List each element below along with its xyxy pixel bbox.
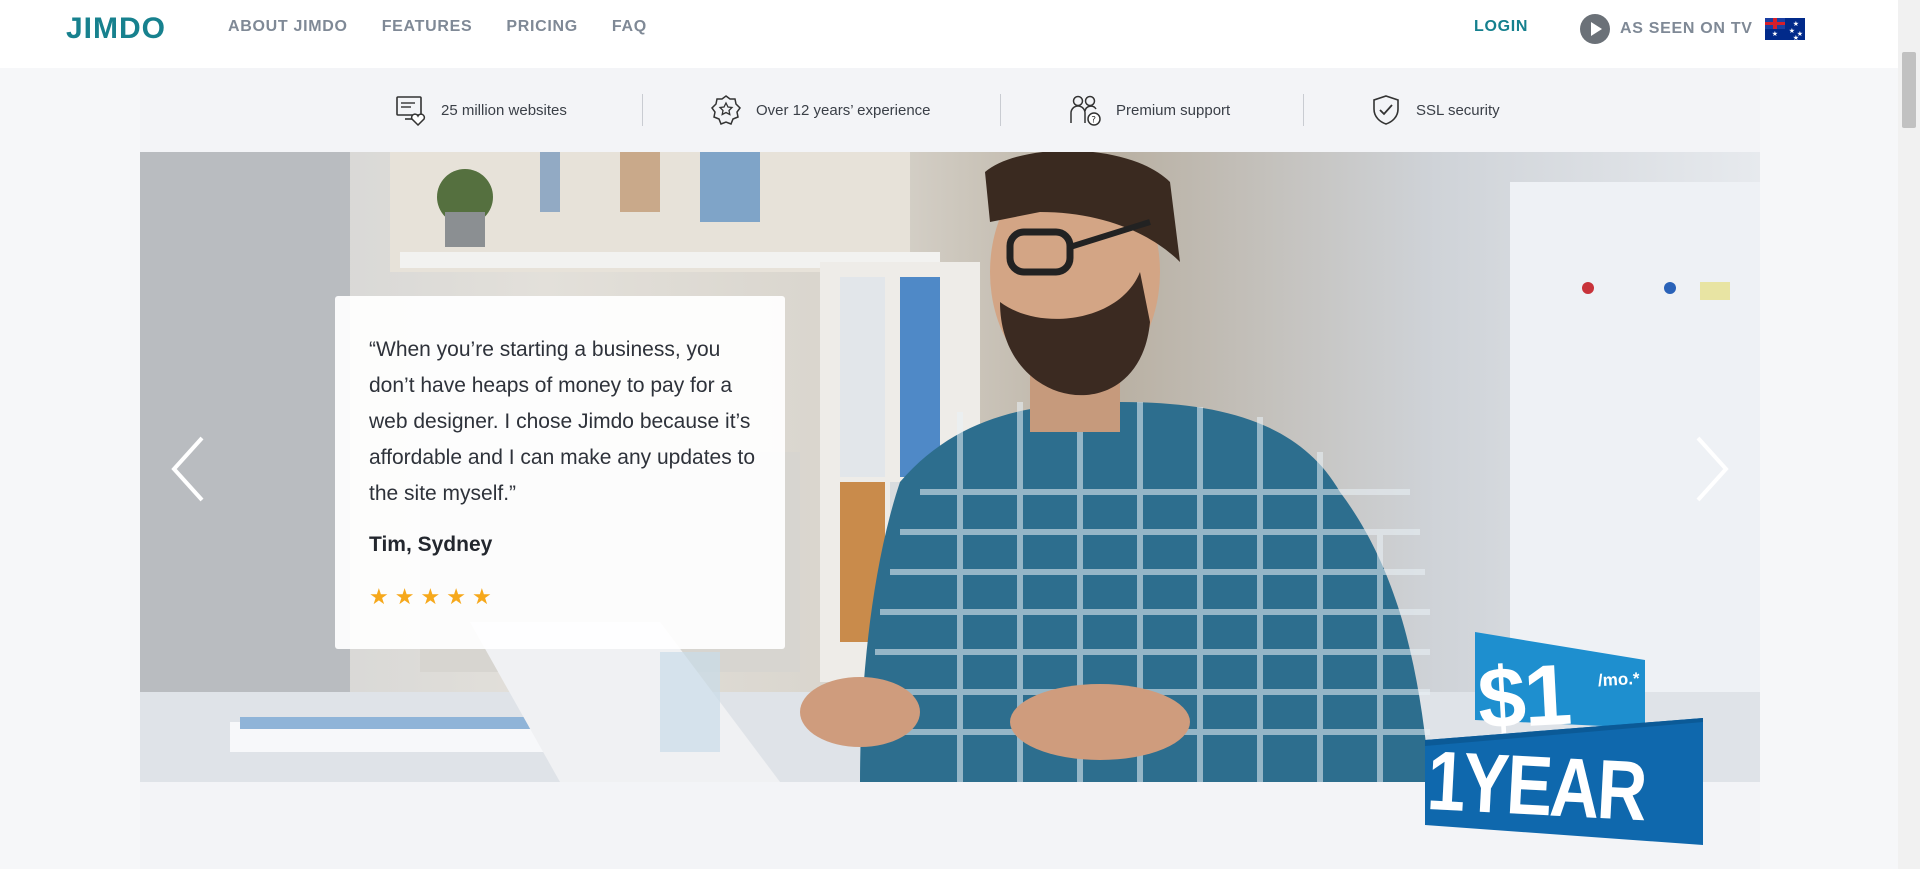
trust-item-ssl: SSL security [1370,92,1500,128]
play-icon [1580,14,1610,44]
flag-star: ★ [1792,21,1799,28]
star-icon: ★ [446,584,466,609]
flag-star: ★ [1792,35,1799,40]
main-nav: ABOUT JIMDO FEATURES PRICING FAQ [228,18,647,36]
trust-label: SSL security [1416,101,1500,119]
login-link[interactable]: LOGIN [1474,18,1528,36]
star-icon: ★ [369,584,389,609]
star-icon: ★ [471,584,492,609]
trust-label: 25 million websites [441,101,567,119]
divider [642,94,643,126]
star-icon: ★ [420,584,441,609]
site-header: JIMDO ABOUT JIMDO FEATURES PRICING FAQ L… [0,0,1898,68]
as-seen-on-tv-button[interactable]: AS SEEN ON TV ★ ★ ★ ★ ★ [1580,14,1805,44]
testimonial-card: “When you’re starting a business, you do… [335,296,785,649]
promo-badge[interactable]: $1 /mo.* 1YEAR [1420,620,1710,850]
trust-item-websites: 25 million websites [395,92,567,128]
chevron-right-icon[interactable] [1690,434,1730,504]
trust-item-support: ? Premium support [1068,92,1230,128]
divider [1000,94,1001,126]
promo-duration: 1YEAR [1425,732,1648,839]
nav-features[interactable]: FEATURES [382,18,473,36]
flag-star: ★ [1788,28,1795,35]
nav-about-jimdo[interactable]: ABOUT JIMDO [228,18,348,36]
australia-flag-icon[interactable]: ★ ★ ★ ★ ★ [1764,18,1805,40]
tv-label: AS SEEN ON TV [1620,20,1753,37]
award-ribbon-icon [711,95,741,125]
star-rating: ★ ★ ★ ★ ★ [369,586,492,608]
trust-item-experience: Over 12 years’ experience [710,92,931,128]
trust-bar: 25 million websites Over 12 years’ exper… [140,68,1760,152]
chevron-left-icon[interactable] [170,434,210,504]
testimonial-quote: “When you’re starting a business, you do… [369,338,756,505]
monitor-heart-icon [396,96,426,126]
support-people-icon: ? [1070,95,1101,126]
testimonial-author: Tim, Sydney [369,533,493,556]
star-icon: ★ [394,584,415,609]
flag-star: ★ [1771,31,1778,38]
nav-faq[interactable]: FAQ [612,18,647,36]
nav-pricing[interactable]: PRICING [506,18,578,36]
promo-unit: /mo.* [1597,668,1641,691]
svg-text:?: ? [1091,116,1096,126]
trust-label: Over 12 years’ experience [756,101,931,119]
trust-label: Premium support [1116,101,1231,119]
shield-check-icon [1373,95,1399,125]
jimdo-logo[interactable]: JIMDO [66,12,166,46]
promo-price: $1 [1475,646,1573,748]
scrollbar-thumb[interactable] [1902,52,1916,128]
flag-union-jack [1764,18,1785,29]
divider [1303,94,1304,126]
page-scrollbar[interactable] [1898,0,1920,869]
